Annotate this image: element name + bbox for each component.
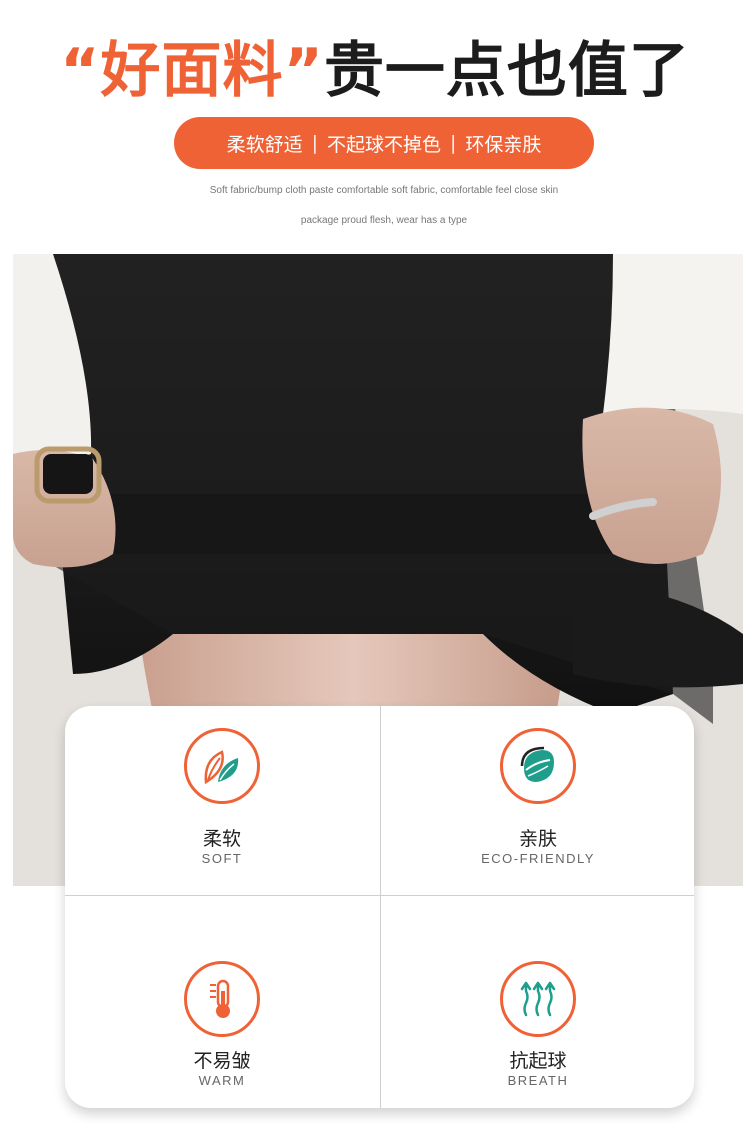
feature-title-zh: 抗起球 [509, 1050, 567, 1072]
description-line-2: package proud flesh, wear has a type [300, 215, 468, 226]
breathable-arrows-icon [500, 961, 576, 1037]
feature-card: 柔软 SOFT 亲肤 ECO-FRIENDLY 不易皱 WARM 抗起球 BRE… [65, 706, 694, 1108]
feature-soft: 柔软 SOFT [65, 706, 379, 896]
feature-title-en: WARM [198, 1073, 246, 1088]
tagline-item-no-pilling: 不起球不掉色 [326, 133, 441, 156]
headline: “好面料”贵一点也值了 [0, 22, 750, 109]
feature-title-en: BREATH [507, 1073, 569, 1088]
feature-wrinkle-resistant: 不易皱 WARM [65, 896, 379, 1088]
feature-title-en: ECO-FRIENDLY [481, 851, 595, 866]
tagline-separator: | [450, 132, 457, 154]
leaf-icon [184, 728, 260, 804]
tagline-separator: | [311, 132, 318, 154]
thermometer-icon [184, 961, 260, 1037]
feature-tagline-pill: 柔软舒适 | 不起球不掉色 | 环保亲肤 [174, 117, 594, 169]
feature-eco-friendly: 亲肤 ECO-FRIENDLY [381, 706, 695, 896]
description-line-1: Soft fabric/bump cloth paste comfortable… [209, 185, 559, 196]
feature-title-zh: 亲肤 [518, 828, 557, 850]
headline-accent: “好面料” [60, 36, 324, 106]
feature-title-zh: 不易皱 [193, 1050, 251, 1072]
feature-anti-pilling: 抗起球 BREATH [381, 896, 695, 1088]
eco-leaf-icon [500, 728, 576, 804]
tagline-item-eco: 环保亲肤 [465, 133, 542, 156]
tagline-item-soft: 柔软舒适 [226, 133, 303, 156]
feature-title-en: SOFT [201, 851, 243, 866]
feature-title-zh: 柔软 [202, 828, 241, 850]
headline-rest: 贵一点也值了 [323, 36, 690, 106]
